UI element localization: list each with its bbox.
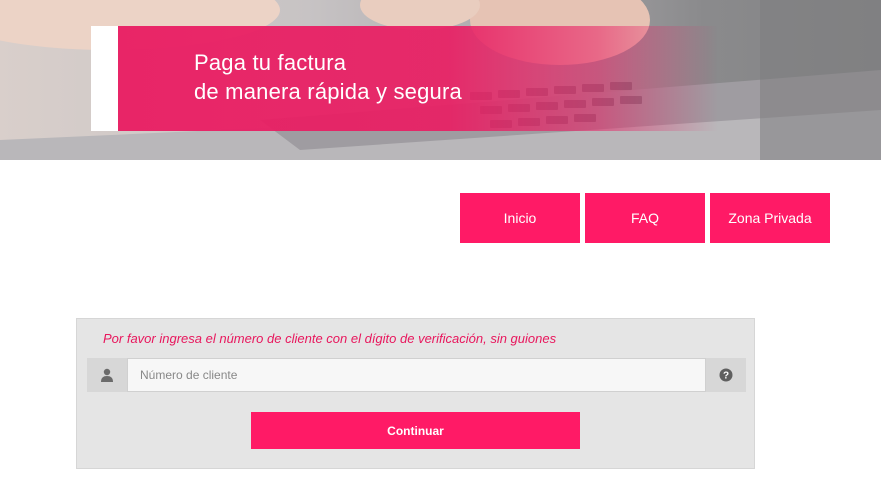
help-addon[interactable]: ?: [706, 358, 746, 392]
user-icon: [101, 368, 113, 382]
hero-title-line2: de manera rápida y segura: [194, 79, 462, 104]
nav-faq-button[interactable]: FAQ: [585, 193, 705, 243]
page: Paga tu factura de manera rápida y segur…: [0, 0, 881, 488]
hero-title-line1: Paga tu factura: [194, 50, 347, 75]
hero-banner: Paga tu factura de manera rápida y segur…: [0, 0, 881, 160]
client-number-input-group: ?: [87, 358, 746, 392]
hero-white-strip: [91, 26, 118, 131]
nav-zona-privada-button[interactable]: Zona Privada: [710, 193, 830, 243]
user-addon: [87, 358, 127, 392]
client-number-input[interactable]: [127, 358, 706, 392]
help-icon[interactable]: ?: [719, 368, 733, 382]
svg-text:?: ?: [723, 371, 729, 382]
nav-inicio-button[interactable]: Inicio: [460, 193, 580, 243]
continue-button[interactable]: Continuar: [251, 412, 580, 449]
hero-title: Paga tu factura de manera rápida y segur…: [194, 48, 462, 106]
form-hint: Por favor ingresa el número de cliente c…: [103, 331, 557, 346]
payment-form-panel: Por favor ingresa el número de cliente c…: [76, 318, 755, 469]
